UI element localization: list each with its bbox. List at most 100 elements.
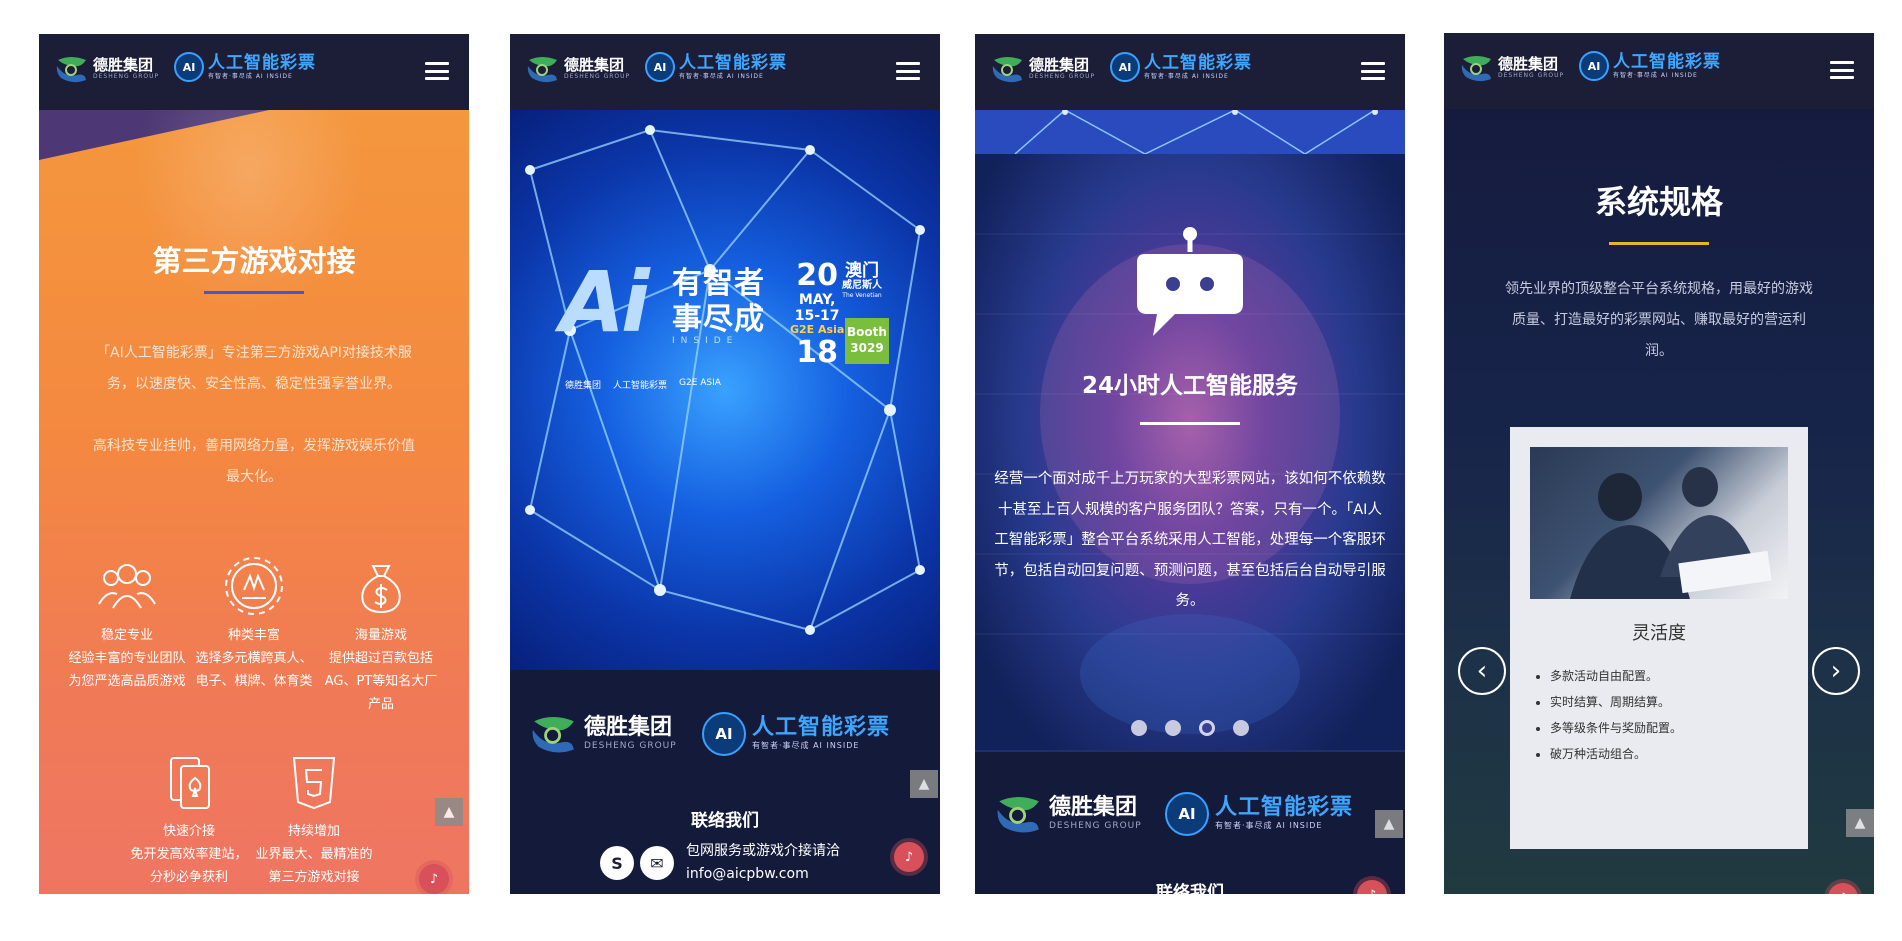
carousel-prev-button[interactable]: ‹ [1458,647,1506,695]
contact-email[interactable]: info@aicpbw.com [686,863,840,886]
expo-poster: Ai 有智者 事尽成 INSIDE 20 MAY, 15-17 G2E Asia… [560,253,890,391]
phone-panel-ai-service: 德胜集团 DESHENG GROUP AI 人工智能彩票 有智者·事尽成 AI … [975,34,1405,894]
ai-lottery-slogan: 有智者·事尽成 AI INSIDE [208,72,293,80]
desheng-logo[interactable]: 德胜集团 DESHENG GROUP [55,54,159,84]
footer-ai-logo[interactable]: AI 人工智能彩票 有智者·事尽成 AI INSIDE [702,712,890,756]
desheng-mark-icon [55,54,89,84]
phone-panel-game-integration: 德胜集团 DESHENG GROUP AI 人工智能彩票 有智者·事尽成 AI … [39,34,469,894]
hamburger-menu-icon[interactable] [425,62,449,80]
date-day2: 18 [796,335,839,370]
contact-text: 包网服务或游戏介接请洽 info@aicpbw.com [686,840,840,886]
date-day1: 20 [796,258,839,293]
poster-ai-mark: Ai [560,253,650,351]
footer: 德胜集团 DESHENG GROUP AI 人工智能彩票 有智者·事尽成 AI … [975,750,1405,894]
ai-lottery-name: 人工智能彩票 [208,52,316,73]
ai-lottery-logo[interactable]: AI 人工智能彩票 有智者·事尽成 AI INSIDE [1579,51,1721,81]
money-bag-icon [349,554,413,618]
skype-icon[interactable]: S [600,846,634,880]
carousel-dot-active[interactable] [1199,720,1215,736]
footer-desheng-logo[interactable]: 德胜集团 DESHENG GROUP [530,712,677,756]
title-underline [204,291,304,294]
intro-paragraph-1: 「AI人工智能彩票」专注第三方游戏API对接技术服务，以速度快、安全性高、稳定性… [96,345,412,392]
intro-paragraph: 领先业界的顶级整合平台系统规格，用最好的游戏质量、打造最好的彩票网站、赚取最好的… [1505,281,1813,359]
mail-icon[interactable]: ✉ [640,846,674,880]
back-to-top-button[interactable]: ▲ [1846,809,1874,837]
ai-lottery-logo[interactable]: AI 人工智能彩票 有智者·事尽成 AI INSIDE [645,52,787,82]
section-game-integration: 第三方游戏对接 「AI人工智能彩票」专注第三方游戏API对接技术服务，以速度快、… [39,110,469,894]
poster-slogan: 有智者 事尽成 [672,266,765,338]
feature-stable: 稳定专业 经验丰富的专业团队为您严选高品质游戏 [67,554,187,693]
feature-desc: 选择多元横跨真人、电子、棋牌、体育类 [195,651,313,689]
sponsor-desheng: 德胜集团 [565,381,602,391]
contact-title: 联络我们 [1156,883,1224,894]
ai-lottery-name: 人工智能彩票 [1613,51,1721,72]
ai-lottery-slogan: 有智者·事尽成 AI INSIDE [1144,72,1229,80]
footer-ai-slogan: 有智者·事尽成 AI INSIDE [1215,821,1323,830]
carousel-dot[interactable] [1233,720,1249,736]
sponsor-g2e: G2E ASIA [679,378,721,388]
desheng-mark-icon [991,54,1025,84]
desheng-sub: DESHENG GROUP [564,72,631,80]
phone-panel-expo: 德胜集团 DESHENG GROUP AI 人工智能彩票 有智者·事尽成 AI … [510,34,940,894]
ai-lottery-logo[interactable]: AI 人工智能彩票 有智者·事尽成 AI INSIDE [174,52,316,82]
date-month: MAY, [798,292,836,308]
feature-variety: 种类丰富 选择多元横跨真人、电子、棋牌、体育类 [194,554,314,693]
top-navbar: 德胜集团 DESHENG GROUP AI 人工智能彩票 有智者·事尽成 AI … [975,34,1405,110]
notification-bell-icon[interactable]: ♪ [419,864,449,894]
feature-title: 快速介接 [162,824,215,839]
back-to-top-button[interactable]: ▲ [1375,810,1403,838]
feature-massive: 海量游戏 提供超过百款包括AG、PT等知名大厂产品 [321,554,441,716]
booth-label: Booth [847,325,887,339]
sponsor-ai-lottery: 人工智能彩票 [613,381,668,391]
feature-desc: 业界最大、最精准的第三方游戏对接 [255,847,373,885]
feature-fast: 快速介接 免开发高效率建站，分秒必争获利 [129,750,249,889]
desheng-name: 德胜集团 [93,55,154,74]
carousel-next-button[interactable]: › [1812,647,1860,695]
footer-desheng-sub: DESHENG GROUP [584,741,677,751]
footer-ai-logo[interactable]: AI 人工智能彩票 有智者·事尽成 AI INSIDE [1165,792,1353,836]
feature-desc: 经验丰富的专业团队为您严选高品质游戏 [68,651,186,689]
desheng-logo[interactable]: 德胜集团 DESHENG GROUP [1460,53,1564,83]
spec-card[interactable]: 灵活度 多款活动自由配置。 实时结算、周期结算。 多等级条件与奖励配置。 破万种… [1510,427,1808,849]
poster-slogan-line1: 有智者 [672,266,765,301]
desheng-logo[interactable]: 德胜集团 DESHENG GROUP [526,54,630,84]
ai-lottery-name: 人工智能彩票 [1144,52,1252,73]
notification-bell-icon[interactable]: ♪ [894,842,924,872]
list-item: 实时结算、周期结算。 [1550,689,1682,715]
ai-lottery-slogan: 有智者·事尽成 AI INSIDE [1613,71,1698,79]
ai-badge-icon: AI [645,52,675,82]
footer-desheng-logo[interactable]: 德胜集团 DESHENG GROUP [995,792,1142,836]
ai-lottery-slogan: 有智者·事尽成 AI INSIDE [679,72,764,80]
feature-growing: 持续增加 业界最大、最精准的第三方游戏对接 [254,750,374,889]
hamburger-menu-icon[interactable] [1830,61,1854,79]
desheng-name: 德胜集团 [564,55,625,74]
card-title: 灵活度 [1632,623,1686,644]
booth-badge: Booth 3029 [845,318,889,364]
desheng-logo[interactable]: 德胜集团 DESHENG GROUP [991,54,1095,84]
footer: 德胜集团 DESHENG GROUP AI 人工智能彩票 有智者·事尽成 AI … [510,670,940,894]
ai-lottery-logo[interactable]: AI 人工智能彩票 有智者·事尽成 AI INSIDE [1110,52,1252,82]
back-to-top-button[interactable]: ▲ [435,798,463,826]
expo-banner[interactable]: Ai 有智者 事尽成 INSIDE 20 MAY, 15-17 G2E Asia… [510,110,940,670]
desheng-sub: DESHENG GROUP [1498,71,1565,79]
date-range: 15-17 [794,308,840,324]
carousel-dot[interactable] [1131,720,1147,736]
title-underline [1609,242,1709,245]
list-item: 多等级条件与奖励配置。 [1550,715,1682,741]
background-figure [134,110,364,310]
robot-chat-icon [1135,224,1245,349]
feature-title: 持续增加 [287,824,340,839]
slide-paragraph: 经营一个面对成千上万玩家的大型彩票网站，该如何不依赖数十甚至上百人规模的客户服务… [994,471,1386,609]
card-feature-list: 多款活动自由配置。 实时结算、周期结算。 多等级条件与奖励配置。 破万种活动组合… [1532,663,1682,767]
back-to-top-button[interactable]: ▲ [910,770,938,798]
ai-badge-icon: AI [1165,792,1209,836]
footer-desheng-name: 德胜集团 [584,715,673,740]
hamburger-menu-icon[interactable] [1361,62,1385,80]
carousel-dot[interactable] [1165,720,1181,736]
contact-row: S ✉ 包网服务或游戏介接请洽 info@aicpbw.com [600,840,840,886]
venue-city: 澳门 [845,261,879,281]
ai-badge-icon: AI [1110,52,1140,82]
business-meeting-image [1530,447,1788,599]
hamburger-menu-icon[interactable] [896,62,920,80]
feature-desc: 提供超过百款包括AG、PT等知名大厂产品 [324,651,438,712]
